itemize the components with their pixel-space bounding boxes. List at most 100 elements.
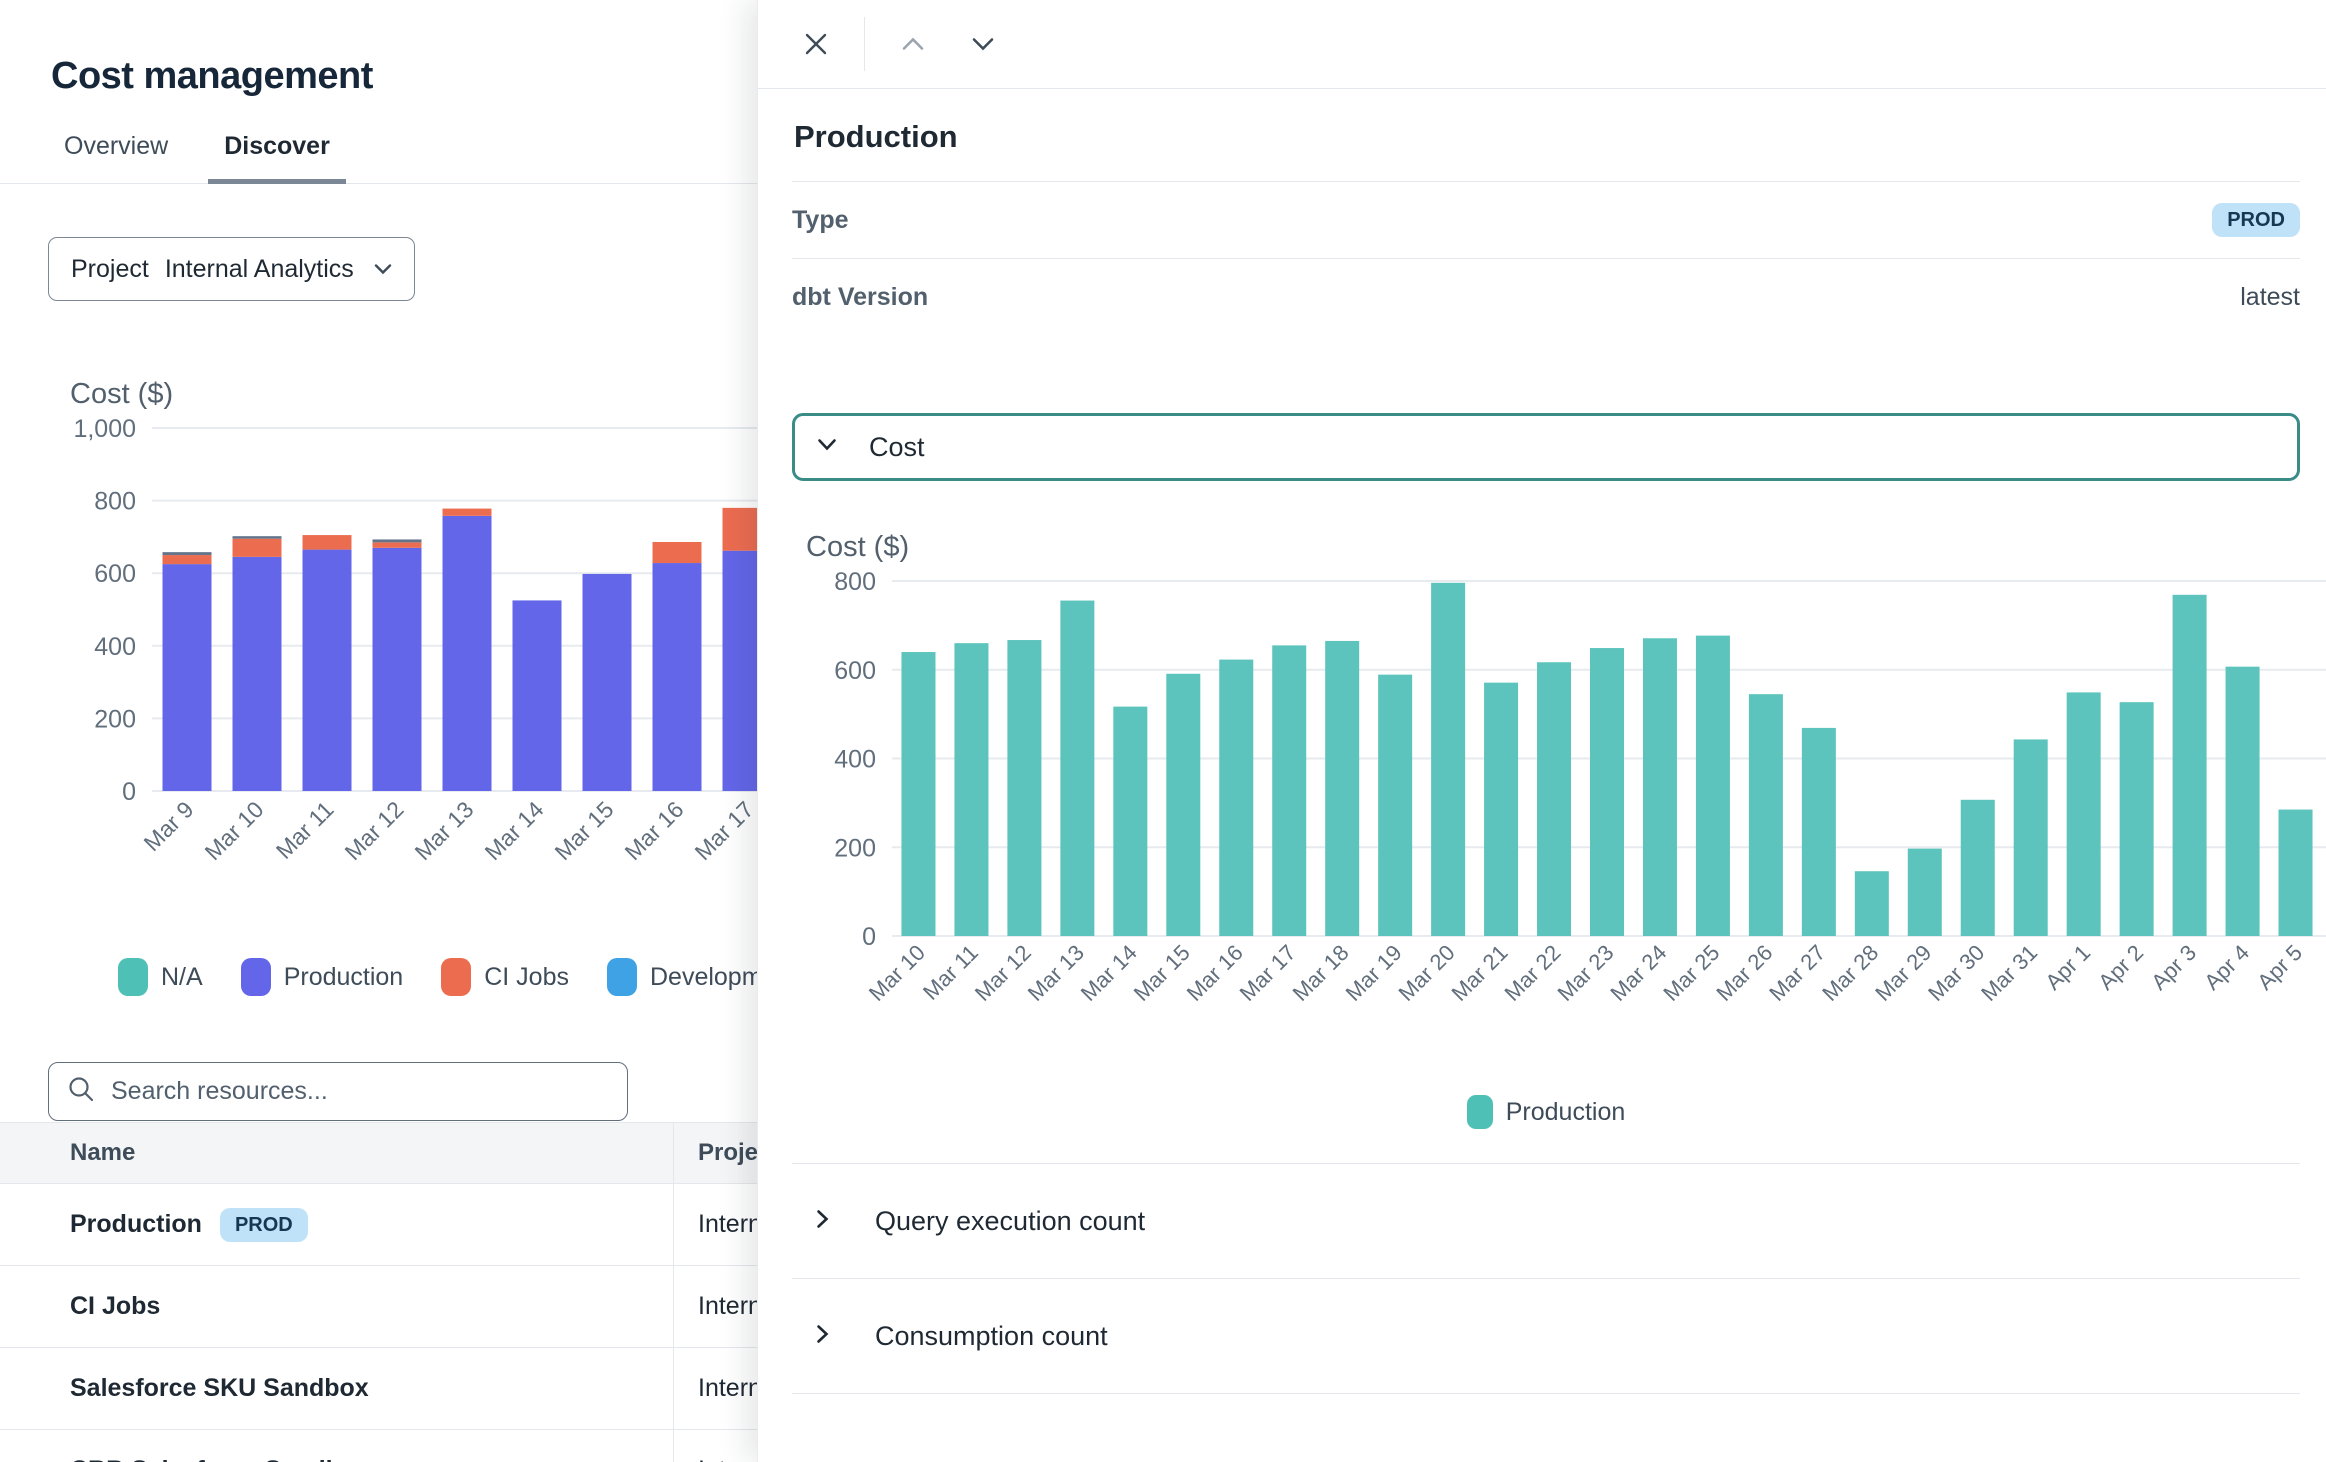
svg-text:Mar 15: Mar 15 bbox=[550, 796, 619, 865]
detail-panel-body: Production Type PROD dbt Version latest … bbox=[758, 119, 2326, 1394]
project-filter-dropdown[interactable]: Project Internal Analytics bbox=[48, 237, 415, 301]
svg-text:Mar 14: Mar 14 bbox=[1076, 940, 1142, 1006]
row-name: Production bbox=[70, 1210, 202, 1239]
svg-text:Mar 10: Mar 10 bbox=[200, 796, 269, 865]
type-label: Type bbox=[792, 206, 849, 235]
svg-text:Mar 19: Mar 19 bbox=[1341, 940, 1407, 1006]
svg-text:Mar 12: Mar 12 bbox=[970, 940, 1036, 1006]
tab-overview[interactable]: Overview bbox=[48, 118, 184, 184]
svg-text:Apr 2: Apr 2 bbox=[2093, 940, 2148, 995]
legend-swatch bbox=[607, 958, 637, 996]
svg-text:Mar 26: Mar 26 bbox=[1711, 940, 1777, 1006]
legend-swatch bbox=[241, 958, 271, 996]
svg-text:400: 400 bbox=[834, 746, 876, 774]
svg-text:200: 200 bbox=[834, 834, 876, 862]
field-row-type: Type PROD bbox=[792, 181, 2300, 258]
svg-text:Mar 28: Mar 28 bbox=[1817, 940, 1883, 1006]
svg-text:Mar 14: Mar 14 bbox=[480, 796, 549, 865]
legend-item-ci-jobs[interactable]: CI Jobs bbox=[441, 958, 569, 996]
section-query-execution-count[interactable]: Query execution count bbox=[792, 1164, 2300, 1279]
header-divider bbox=[864, 17, 865, 71]
legend-swatch bbox=[441, 958, 471, 996]
svg-text:Mar 16: Mar 16 bbox=[620, 796, 689, 865]
svg-text:600: 600 bbox=[94, 560, 136, 588]
svg-text:0: 0 bbox=[122, 778, 136, 806]
chevron-right-icon bbox=[816, 1209, 829, 1234]
consumption-count-label: Consumption count bbox=[875, 1321, 1108, 1352]
chevron-up-icon[interactable] bbox=[891, 22, 935, 66]
row-name: CRB Salesforce Sandbox bbox=[70, 1456, 370, 1462]
legend-label: CI Jobs bbox=[484, 963, 569, 992]
svg-text:Apr 3: Apr 3 bbox=[2146, 940, 2201, 995]
svg-text:Apr 5: Apr 5 bbox=[2252, 940, 2307, 995]
svg-text:Mar 21: Mar 21 bbox=[1447, 940, 1513, 1006]
svg-text:Apr 4: Apr 4 bbox=[2199, 940, 2254, 995]
row-name: CI Jobs bbox=[70, 1292, 160, 1321]
page-title: Cost management bbox=[51, 55, 373, 98]
svg-text:Mar 24: Mar 24 bbox=[1605, 940, 1671, 1006]
dbt-version-label: dbt Version bbox=[792, 283, 928, 312]
search-input[interactable] bbox=[109, 1076, 609, 1107]
svg-text:Mar 23: Mar 23 bbox=[1552, 940, 1618, 1006]
legend-label: N/A bbox=[161, 963, 203, 992]
detail-panel: Production Type PROD dbt Version latest … bbox=[757, 0, 2326, 1462]
overview-chart-legend: N/AProductionCI JobsDevelopment bbox=[118, 958, 797, 996]
svg-text:Mar 20: Mar 20 bbox=[1394, 940, 1460, 1006]
svg-text:Mar 11: Mar 11 bbox=[271, 796, 339, 864]
field-row-dbt-version: dbt Version latest bbox=[792, 258, 2300, 335]
project-filter-label: Project bbox=[71, 255, 149, 284]
svg-text:Mar 17: Mar 17 bbox=[690, 796, 759, 865]
search-icon bbox=[67, 1075, 95, 1108]
close-icon[interactable] bbox=[794, 22, 838, 66]
row-name: Salesforce SKU Sandbox bbox=[70, 1374, 369, 1403]
legend-item-production: Production bbox=[1467, 1095, 1626, 1129]
svg-text:Mar 30: Mar 30 bbox=[1923, 940, 1989, 1006]
svg-text:400: 400 bbox=[94, 633, 136, 661]
svg-text:Mar 29: Mar 29 bbox=[1870, 940, 1936, 1006]
legend-item-production[interactable]: Production bbox=[241, 958, 404, 996]
legend-label: Production bbox=[1506, 1098, 1626, 1127]
svg-text:Apr 1: Apr 1 bbox=[2040, 940, 2095, 995]
legend-label: Production bbox=[284, 963, 404, 992]
cost-section-label: Cost bbox=[869, 432, 925, 463]
cost-management-page: Cost management Overview Discover Projec… bbox=[0, 0, 2326, 1462]
svg-text:600: 600 bbox=[834, 657, 876, 685]
column-header-name: Name bbox=[0, 1139, 673, 1167]
svg-text:Mar 31: Mar 31 bbox=[1976, 940, 2042, 1006]
svg-text:Mar 11: Mar 11 bbox=[918, 940, 983, 1005]
svg-text:Mar 17: Mar 17 bbox=[1235, 940, 1301, 1006]
svg-text:Mar 22: Mar 22 bbox=[1499, 940, 1565, 1006]
chevron-down-icon bbox=[817, 438, 837, 456]
legend-swatch bbox=[1467, 1095, 1493, 1129]
legend-item-n-a[interactable]: N/A bbox=[118, 958, 203, 996]
detail-chart-legend: Production bbox=[792, 1095, 2300, 1129]
svg-text:Mar 15: Mar 15 bbox=[1129, 940, 1195, 1006]
svg-text:Mar 12: Mar 12 bbox=[340, 796, 409, 865]
prod-badge: PROD bbox=[220, 1208, 308, 1242]
svg-text:1,000: 1,000 bbox=[73, 415, 136, 443]
detail-chart-title: Cost ($) bbox=[806, 531, 2300, 564]
svg-text:200: 200 bbox=[94, 705, 136, 733]
svg-text:Mar 16: Mar 16 bbox=[1182, 940, 1248, 1006]
detail-cost-chart: 0200400600800Mar 10Mar 11Mar 12Mar 13Mar… bbox=[792, 564, 2326, 1064]
section-cost-expanded[interactable]: Cost bbox=[792, 413, 2300, 481]
svg-text:Mar 13: Mar 13 bbox=[410, 796, 479, 865]
svg-text:Mar 13: Mar 13 bbox=[1023, 940, 1089, 1006]
svg-text:Mar 18: Mar 18 bbox=[1288, 940, 1354, 1006]
left-pane: Cost management Overview Discover Projec… bbox=[0, 0, 757, 1462]
resource-search[interactable] bbox=[48, 1062, 628, 1121]
type-prod-badge: PROD bbox=[2212, 203, 2300, 237]
chevron-right-icon bbox=[816, 1324, 829, 1349]
svg-text:0: 0 bbox=[862, 923, 876, 951]
tab-discover[interactable]: Discover bbox=[208, 118, 346, 184]
query-execution-count-label: Query execution count bbox=[875, 1206, 1145, 1237]
legend-swatch bbox=[118, 958, 148, 996]
dbt-version-value: latest bbox=[2240, 283, 2300, 312]
chevron-down-icon[interactable] bbox=[961, 22, 1005, 66]
detail-panel-header bbox=[758, 0, 2326, 89]
section-consumption-count[interactable]: Consumption count bbox=[792, 1279, 2300, 1394]
tab-bar: Overview Discover bbox=[0, 118, 757, 184]
svg-text:800: 800 bbox=[94, 488, 136, 516]
project-filter-value: Internal Analytics bbox=[165, 255, 354, 284]
svg-text:800: 800 bbox=[834, 568, 876, 596]
